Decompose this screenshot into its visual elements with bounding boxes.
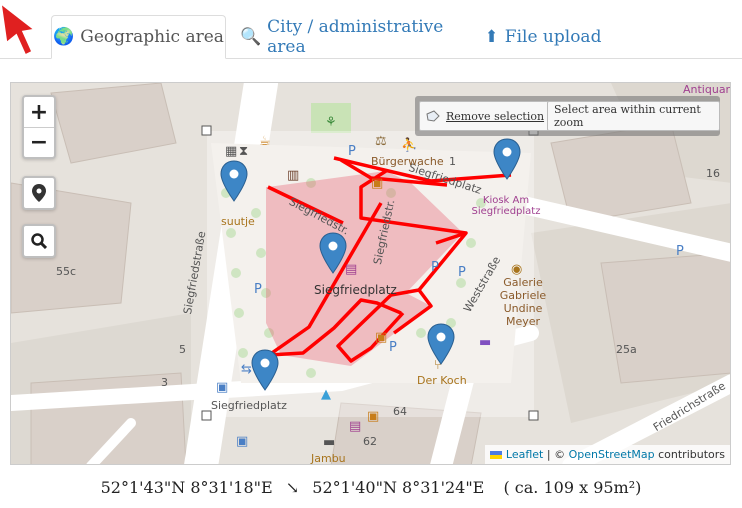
map-search-button[interactable] bbox=[24, 226, 54, 256]
svg-text:▣: ▣ bbox=[375, 330, 387, 345]
label-house-1: 1 bbox=[449, 155, 456, 168]
svg-text:⚖: ⚖ bbox=[375, 134, 387, 149]
svg-text:▣: ▣ bbox=[216, 380, 228, 395]
svg-text:▤: ▤ bbox=[349, 419, 361, 434]
selection-area-size: ( ca. 109 x 95m²) bbox=[503, 478, 642, 497]
svg-text:⚘: ⚘ bbox=[325, 115, 337, 130]
label-house-3: 3 bbox=[161, 376, 168, 389]
select-area-label: Select area within current zoom bbox=[554, 103, 701, 129]
label-siegfriedplatz: Siegfriedplatz bbox=[314, 283, 397, 297]
select-area-button[interactable]: Select area within current zoom bbox=[547, 101, 720, 131]
openstreetmap-link[interactable]: OpenStreetMap bbox=[569, 448, 655, 461]
svg-text:▣: ▣ bbox=[367, 409, 379, 424]
tab-label: City / administrative area bbox=[267, 17, 444, 57]
coord-from: 52°1'43"N 8°31'18"E bbox=[100, 478, 273, 497]
svg-text:◉: ◉ bbox=[511, 262, 522, 277]
label-suutje: suutje bbox=[221, 215, 255, 228]
zoom-in-button[interactable]: + bbox=[24, 97, 54, 127]
svg-text:▤: ▤ bbox=[345, 262, 357, 277]
svg-text:▬: ▬ bbox=[479, 335, 491, 350]
attribution-contributors: contributors bbox=[654, 448, 725, 461]
remove-selection-label: Remove selection bbox=[446, 109, 545, 123]
svg-text:☕: ☕ bbox=[259, 134, 271, 149]
svg-text:P: P bbox=[254, 282, 262, 297]
svg-text:P: P bbox=[431, 260, 439, 275]
zoom-control: + − bbox=[22, 95, 56, 159]
remove-selection-button[interactable]: Remove selection bbox=[419, 101, 552, 131]
tab-label: Geographic area bbox=[80, 27, 224, 47]
svg-text:⧗: ⧗ bbox=[239, 144, 248, 159]
svg-text:P: P bbox=[458, 265, 466, 280]
label-house-25a: 25a bbox=[616, 343, 637, 356]
leaflet-flag-icon bbox=[489, 450, 502, 459]
svg-text:▦: ▦ bbox=[225, 144, 237, 159]
label-house-16: 16 bbox=[706, 167, 720, 180]
tab-city-administrative-area[interactable]: 🔍 City / administrative area bbox=[240, 15, 465, 59]
upload-icon: ⬆ bbox=[484, 27, 499, 47]
label-house-64: 64 bbox=[393, 405, 407, 418]
map-pin-icon bbox=[32, 184, 46, 202]
label-jambu: Jambu bbox=[311, 452, 346, 465]
search-location-icon: 🔍 bbox=[240, 27, 262, 47]
label-house-5: 5 bbox=[179, 343, 186, 356]
svg-text:▬: ▬ bbox=[323, 435, 335, 450]
svg-text:⇆: ⇆ bbox=[241, 362, 252, 377]
polygon-icon bbox=[426, 110, 440, 122]
coord-arrow-icon: ↘ bbox=[285, 478, 300, 497]
map-attribution: Leaflet | © OpenStreetMap contributors bbox=[484, 445, 730, 464]
map-tiles: ▦ ☕ ⧗ ▥ ⚖ ⛹ ▣ P P P P P P ◉ ▣ ▤ ▬ ▲ ▣ ▤ … bbox=[11, 83, 730, 464]
label-house-62: 62 bbox=[363, 435, 377, 448]
label-house-55c: 55c bbox=[56, 265, 77, 278]
globe-icon: 🌍 bbox=[53, 27, 75, 47]
tab-geographic-area[interactable]: 🌍 Geographic area bbox=[51, 15, 226, 59]
attribution-separator: | © bbox=[543, 448, 569, 461]
zoom-out-button[interactable]: − bbox=[24, 127, 54, 157]
svg-text:P: P bbox=[348, 144, 356, 159]
search-icon bbox=[31, 233, 47, 249]
svg-text:▣: ▣ bbox=[236, 434, 248, 449]
label-antiquariat: Antiquar... bbox=[683, 83, 730, 96]
label-siegfriedplatz-diag: Siegfriedplatz bbox=[211, 399, 287, 412]
selection-toolbar: Remove selection Select area within curr… bbox=[415, 96, 720, 136]
tab-file-upload[interactable]: ⬆ File upload bbox=[482, 15, 604, 59]
coord-to: 52°1'40"N 8°31'24"E bbox=[312, 478, 485, 497]
svg-text:P: P bbox=[389, 340, 397, 355]
area-tabs: 🌍 Geographic area 🔍 City / administrativ… bbox=[0, 0, 742, 59]
svg-text:P: P bbox=[676, 244, 684, 259]
label-der-koch: Der Koch bbox=[417, 374, 467, 387]
label-kiosk: Kiosk Am Siegfriedplatz bbox=[471, 195, 541, 217]
svg-text:▲: ▲ bbox=[321, 387, 331, 402]
locate-control bbox=[22, 176, 56, 210]
svg-text:⛹: ⛹ bbox=[401, 136, 417, 153]
tab-label: File upload bbox=[504, 27, 602, 47]
search-control bbox=[22, 224, 56, 258]
svg-text:▥: ▥ bbox=[287, 168, 299, 183]
svg-text:▣: ▣ bbox=[371, 176, 383, 191]
selection-coordinates: 52°1'43"N 8°31'18"E ↘ 52°1'40"N 8°31'24"… bbox=[0, 478, 742, 497]
map-view[interactable]: ▦ ☕ ⧗ ▥ ⚖ ⛹ ▣ P P P P P P ◉ ▣ ▤ ▬ ▲ ▣ ▤ … bbox=[10, 82, 731, 465]
leaflet-link[interactable]: Leaflet bbox=[506, 448, 543, 461]
svg-text:⑂: ⑂ bbox=[434, 358, 442, 373]
locate-button[interactable] bbox=[24, 178, 54, 208]
label-galerie: Galerie Gabriele Undine Meyer bbox=[499, 276, 547, 328]
label-buergerwache: Bürgerwache bbox=[371, 155, 444, 168]
